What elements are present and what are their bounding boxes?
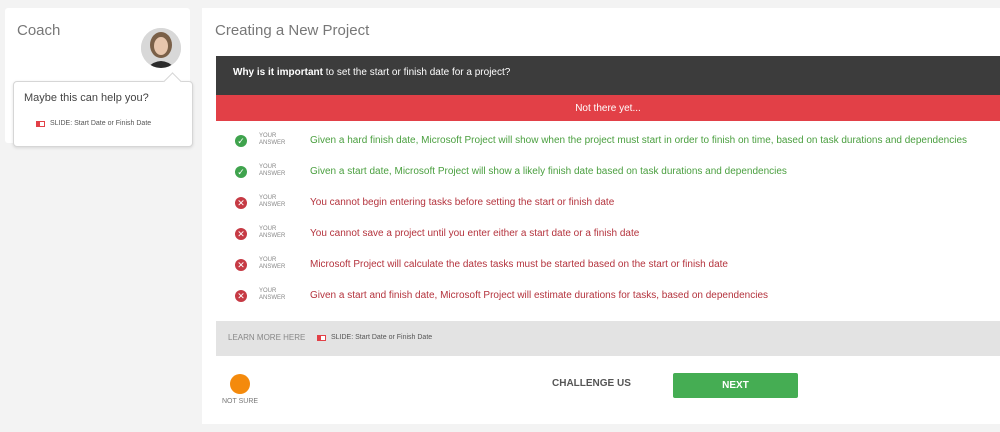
answer-text: You cannot begin entering tasks before s…	[310, 197, 615, 208]
quiz-panel: Creating a New Project Why is it importa…	[202, 8, 1000, 424]
your-answer-label: YOUR ANSWER	[259, 257, 286, 270]
not-sure-label: NOT SURE	[222, 398, 259, 405]
coach-hint-text: Maybe this can help you?	[24, 92, 149, 104]
your-answer-label: YOUR ANSWER	[259, 288, 286, 301]
your-answer-label: YOUR ANSWER	[259, 226, 286, 239]
challenge-us-button[interactable]: CHALLENGE US	[552, 378, 631, 389]
your-answer-label: YOUR ANSWER	[259, 195, 286, 208]
next-button[interactable]: NEXT	[673, 373, 798, 398]
not-sure-button[interactable]	[230, 374, 250, 394]
question-rest: to set the start or finish date for a pr…	[323, 67, 511, 78]
cross-icon: ✕	[235, 290, 247, 302]
slide-icon	[317, 334, 326, 341]
coach-slide-link[interactable]: SLIDE: Start Date or Finish Date	[36, 120, 151, 127]
answer-row[interactable]: ✓ YOUR ANSWER Given a hard finish date, …	[216, 126, 1000, 156]
answer-text: Given a start date, Microsoft Project wi…	[310, 166, 787, 177]
check-icon: ✓	[235, 135, 247, 147]
your-answer-label: YOUR ANSWER	[259, 164, 286, 177]
page-title: Creating a New Project	[215, 22, 370, 39]
answer-row[interactable]: ✓ YOUR ANSWER Given a start date, Micros…	[216, 157, 1000, 187]
cross-icon: ✕	[235, 259, 247, 271]
cross-icon: ✕	[235, 228, 247, 240]
answer-text: Microsoft Project will calculate the dat…	[310, 259, 728, 270]
answer-text: Given a start and finish date, Microsoft…	[310, 290, 769, 301]
cross-icon: ✕	[235, 197, 247, 209]
coach-avatar	[141, 28, 181, 68]
your-answer-label: YOUR ANSWER	[259, 133, 286, 146]
answer-text: Given a hard finish date, Microsoft Proj…	[310, 135, 968, 146]
answer-row[interactable]: ✕ YOUR ANSWER You cannot save a project …	[216, 219, 1000, 249]
learn-more-slide-link[interactable]: SLIDE: Start Date or Finish Date	[317, 334, 432, 341]
learn-more-bar: LEARN MORE HERE SLIDE: Start Date or Fin…	[216, 321, 1000, 356]
coach-hint-bubble: Maybe this can help you? SLIDE: Start Da…	[13, 81, 193, 147]
question-emphasis: Why is it important	[233, 67, 323, 78]
coach-slide-link-label: SLIDE: Start Date or Finish Date	[50, 120, 152, 127]
answer-row[interactable]: ✕ YOUR ANSWER Microsoft Project will cal…	[216, 250, 1000, 280]
learn-more-label: LEARN MORE HERE	[228, 333, 306, 342]
next-button-label: NEXT	[722, 380, 749, 391]
learn-more-link-label: SLIDE: Start Date or Finish Date	[331, 334, 433, 341]
coach-title: Coach	[17, 22, 61, 39]
answer-text: You cannot save a project until you ente…	[310, 228, 640, 239]
check-icon: ✓	[235, 166, 247, 178]
question-text: Why is it important to set the start or …	[233, 67, 510, 78]
coach-panel: Coach Maybe this can help you? SLIDE: St…	[5, 8, 193, 147]
feedback-banner: Not there yet...	[216, 95, 1000, 121]
slide-icon	[36, 120, 45, 127]
answer-row[interactable]: ✕ YOUR ANSWER You cannot begin entering …	[216, 188, 1000, 218]
feedback-text: Not there yet...	[575, 102, 641, 114]
answer-row[interactable]: ✕ YOUR ANSWER Given a start and finish d…	[216, 281, 1000, 311]
